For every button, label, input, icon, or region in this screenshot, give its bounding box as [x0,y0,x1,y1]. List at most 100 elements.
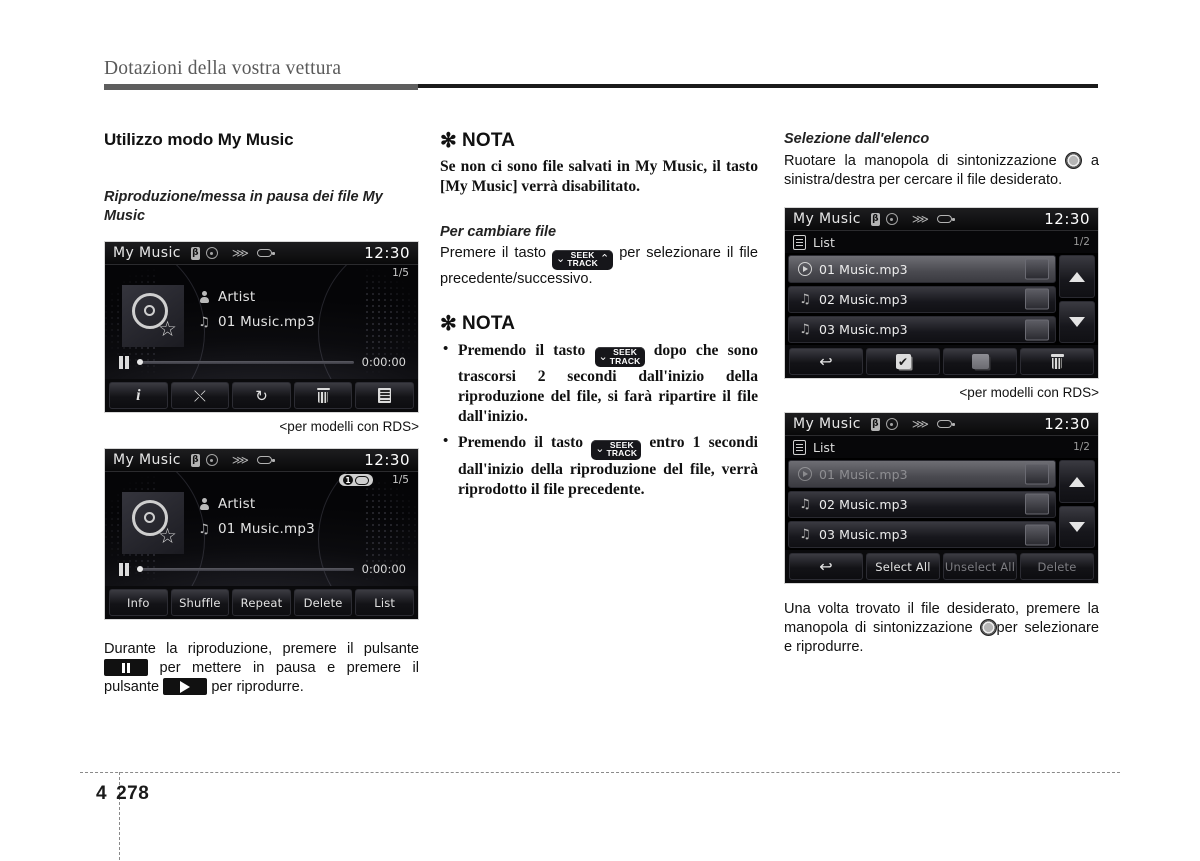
list-toolbar: ↩ [785,345,1098,379]
nota-bullet-1: Premendo il tasto ⌄ SEEK TRACK dopo che … [440,340,758,427]
delete-button[interactable] [293,382,353,410]
shuffle-button[interactable]: ⤬ [170,382,230,410]
section-title: Utilizzo modo My Music [104,130,294,149]
list-item[interactable]: ♫ 02 Music.mp3 [788,490,1056,519]
screen-player-rds[interactable]: My Music β ⋙ 12:30 1/5 ☆ Artist ♫ 01 Mus… [104,241,419,414]
loop-icon [355,475,369,485]
track-row: ♫ 01 Music.mp3 [197,521,315,537]
progress-area: 0:00:00 [119,355,406,369]
list-item[interactable]: 01 Music.mp3 [788,460,1056,488]
usb-icon: ⋙ [911,417,929,432]
left-bottom-paragraph: Durante la riproduzione, premere il puls… [104,640,419,697]
select-all-button[interactable]: Select All [866,553,940,581]
music-note-icon: ♫ [799,527,811,543]
unselect-all-button[interactable] [943,348,1017,376]
scroll-down-button[interactable] [1059,505,1095,549]
play-hardware-button[interactable] [163,678,208,696]
bullet2-text-a: Premendo il tasto [458,434,584,452]
cd-star-icon: ☆ [130,293,177,340]
scroll-up-button[interactable] [1059,255,1095,298]
change-text-1: Premere il tasto [440,245,547,262]
pause-icon [119,355,129,369]
device-icon [934,215,955,224]
music-note-icon: ♫ [799,291,811,307]
list-icon [378,388,392,404]
list-item[interactable]: ♫ 03 Music.mp3 [788,316,1056,344]
checkbox-checked-icon [895,354,911,370]
screen-list-rds[interactable]: My Music β ⋙ 12:30 List 1/2 01 Music.mp3… [784,207,1099,380]
info-button[interactable]: Info [109,589,168,617]
repeat-button[interactable]: Repeat [232,589,291,617]
usb-icon: ⋙ [911,212,929,227]
progress-bar[interactable] [136,566,354,573]
back-button[interactable]: ↩ [789,348,863,376]
progress-bar[interactable] [136,359,354,366]
tuning-knob-icon[interactable] [979,619,997,637]
row-checkbox[interactable] [1025,319,1049,341]
list-item[interactable]: ♫ 02 Music.mp3 [788,285,1056,314]
list-item[interactable]: ♫ 03 Music.mp3 [788,521,1056,549]
list-button[interactable]: List [355,589,414,617]
clock: 12:30 [1044,415,1090,434]
chevron-down-icon: ⌄ [556,253,566,266]
asterisk-icon: ✻ [440,312,457,335]
person-icon [197,291,211,304]
delete-button[interactable]: Delete [293,589,353,617]
screen-player-labels[interactable]: My Music β ⋙ 12:30 1 1/5 ☆ Artist ♫ 01 M… [104,448,419,621]
cd-star-icon: ☆ [130,500,177,547]
page-header-title: Dotazioni della vostra vettura [104,58,342,79]
list-item-label: 01 Music.mp3 [819,261,908,277]
list-button[interactable] [355,382,414,410]
track-index: 1/5 [392,267,409,280]
right-text-1: Ruotare la manopola di sintonizzazione [784,152,1057,169]
delete-button[interactable] [1020,348,1094,376]
row-checkbox[interactable] [1025,258,1049,280]
repeat-one-number: 1 [343,475,353,486]
info-button[interactable]: i [109,382,168,410]
select-all-button[interactable] [866,348,940,376]
list-item-label: 03 Music.mp3 [819,527,908,543]
row-checkbox[interactable] [1025,493,1049,515]
play-circle-icon [797,262,813,277]
nota-heading-1: ✻ NOTA [440,130,758,152]
scroll-down-button[interactable] [1059,300,1095,344]
nota-label: NOTA [461,130,516,151]
track-label: TRACK [606,448,638,459]
scroll-up-button[interactable] [1059,460,1095,503]
row-checkbox[interactable] [1025,463,1049,485]
seek-track-button-3[interactable]: ⌄ SEEK TRACK [591,439,642,460]
repeat-button[interactable]: ↻ [232,382,291,410]
seek-track-button-2[interactable]: ⌄ SEEK TRACK [594,347,645,368]
caption-rds-1: <per modelli con RDS> [279,419,419,435]
status-icons: β ⋙ [870,417,955,432]
delete-button[interactable]: Delete [1020,553,1094,581]
scrollbar [1059,460,1095,549]
list-toolbar: ↩ Select All Unselect All Delete [785,550,1098,584]
artist-name: Artist [218,289,256,306]
screen-list-labels[interactable]: My Music β ⋙ 12:30 List 1/2 01 Music.mp3… [784,412,1099,585]
shuffle-button[interactable]: Shuffle [170,589,230,617]
seek-track-button-1[interactable]: ⌄ SEEK TRACK ⌃ [552,249,614,270]
list-item[interactable]: 01 Music.mp3 [788,255,1056,283]
chapter-number: 4 [96,783,108,804]
chevron-down-icon: ⌄ [598,350,608,363]
elapsed-time: 0:00:00 [361,562,406,577]
back-button[interactable]: ↩ [789,553,863,581]
list-item-label: 02 Music.mp3 [819,496,908,512]
disc-icon [205,454,218,467]
album-art: ☆ [122,285,184,348]
middle-sub-title: Per cambiare file [440,223,557,240]
list-page-indicator: 1/2 [1073,236,1090,249]
bluetooth-icon: β [870,417,880,431]
pause-hardware-button[interactable] [104,659,148,677]
clock: 12:30 [364,451,410,470]
artist-name: Artist [218,496,256,513]
tuning-knob-icon[interactable] [1065,151,1083,169]
list-title: List [813,234,835,250]
unselect-all-button[interactable]: Unselect All [943,553,1017,581]
list-item-label: 02 Music.mp3 [819,291,908,307]
row-checkbox[interactable] [1025,288,1049,310]
row-checkbox[interactable] [1025,524,1049,546]
footer-divider [80,772,1120,773]
nota-label: NOTA [461,312,516,334]
